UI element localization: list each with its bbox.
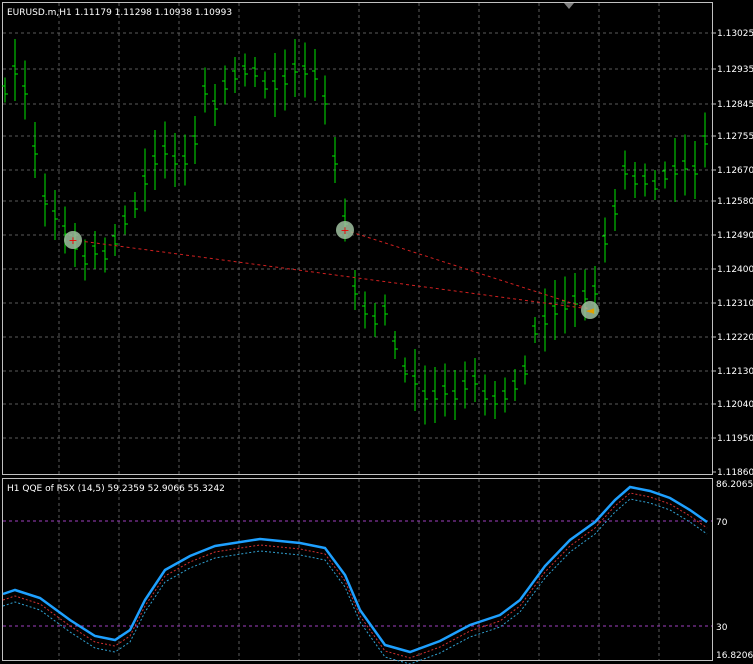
indicator-scale-top: 86.2065 [716,480,753,490]
marker-glyph-icon: + [68,234,77,247]
price-label-13: 1.11860 [717,468,753,478]
price-label-9: 1.12220 [717,333,753,343]
price-label-12: 1.11950 [717,434,753,444]
marker-glyph-icon: ◄ [586,304,595,317]
price-label-8: 1.12310 [717,299,753,309]
buy-marker-2[interactable]: + [336,221,354,239]
buy-marker-1[interactable]: + [64,231,82,249]
price-label-1: 1.12935 [717,65,753,75]
indicator-panel-header: H1 QQE of RSX (14,5) 59.2359 52.9066 55.… [7,484,225,494]
indicator-scale-upper: 70 [716,518,728,528]
price-label-6: 1.12490 [717,231,753,241]
indicator-scale-lower: 30 [716,623,728,633]
sell-marker-3[interactable]: ◄ [581,301,599,319]
price-label-3: 1.12755 [717,132,753,142]
price-label-2: 1.12845 [717,100,753,110]
price-label-7: 1.12400 [717,265,753,275]
price-label-4: 1.12670 [717,166,753,176]
price-panel-header: EURUSD.m,H1 1.11179 1.11298 1.10938 1.10… [7,8,232,18]
chart-window[interactable]: + + ◄ 1.13025 1.12935 1.12845 1.12755 1.12670 1… [0,0,753,664]
marker-glyph-icon: + [340,224,349,237]
price-label-0: 1.13025 [717,29,753,39]
indicator-scale-bottom: 16.8206 [716,651,753,661]
price-label-10: 1.12130 [717,367,753,377]
price-label-5: 1.12580 [717,197,753,207]
chart-background [0,0,753,664]
price-label-11: 1.12040 [717,400,753,410]
